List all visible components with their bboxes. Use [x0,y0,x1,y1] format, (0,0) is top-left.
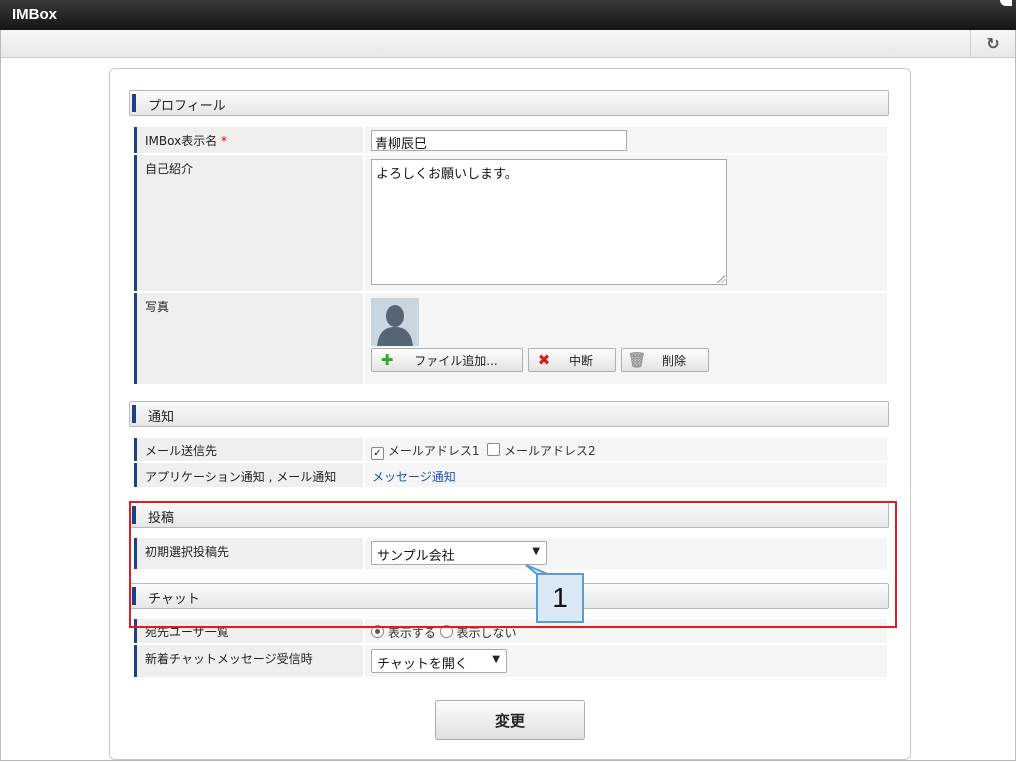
new-message-label: 新着チャットメッセージ受信時 [134,645,363,677]
cancel-upload-button[interactable]: ✖ 中断 [528,348,616,372]
intro-text: よろしくお願いします。 [376,167,518,182]
mail-option1-label: メールアドレス1 [387,444,480,458]
mail-option1-checkbox[interactable]: ✓ [371,447,384,460]
display-name-input[interactable]: 青柳辰巳 [371,130,627,152]
dropdown-arrow-icon: ▼ [492,654,500,665]
section-title: プロフィール [148,99,226,114]
app-title: IMBox [12,6,57,23]
trash-icon: 🗑 [627,351,647,369]
window-corner [1000,0,1012,6]
intro-textarea[interactable]: よろしくお願いします。 [371,159,727,285]
message-notification-link[interactable]: メッセージ通知 [372,468,456,485]
mail-option2-label: メールアドレス2 [503,444,596,458]
hide-option-label: 表示しない [456,626,517,640]
mail-label: メール送信先 [134,438,363,461]
intro-label: 自己紹介 [134,155,363,291]
show-option-label: 表示する [387,626,436,640]
refresh-button[interactable]: ↻ [970,30,1015,57]
delete-button[interactable]: 🗑 削除 [621,348,709,372]
photo-label: 写真 [134,293,363,384]
refresh-icon: ↻ [986,34,1000,53]
app-notification-label: アプリケーション通知 , メール通知 [134,463,363,487]
toolbar: ↻ [0,30,1016,58]
required-mark: * [221,134,228,148]
new-message-select[interactable]: チャットを開く ▼ [371,649,507,673]
person-silhouette-icon [371,298,419,346]
mail-option2-checkbox[interactable] [487,443,501,456]
annotation-highlight-box [129,501,897,628]
resize-handle-icon[interactable] [717,275,725,283]
avatar [371,298,419,346]
section-title: 通知 [148,410,175,425]
title-bar: IMBox [0,0,1016,30]
mail-options: ✓ メールアドレス1 メールアドレス2 [371,442,596,460]
annotation-callout: 1 [536,573,584,623]
close-icon: ✖ [537,351,551,369]
add-file-button[interactable]: ✚ ファイル追加... [371,348,523,372]
display-name-label: IMBox表示名 * [134,127,363,153]
plus-icon: ✚ [380,351,394,369]
section-notification: 通知 [129,401,889,427]
submit-button[interactable]: 変更 [435,700,585,740]
section-profile: プロフィール [129,90,889,116]
